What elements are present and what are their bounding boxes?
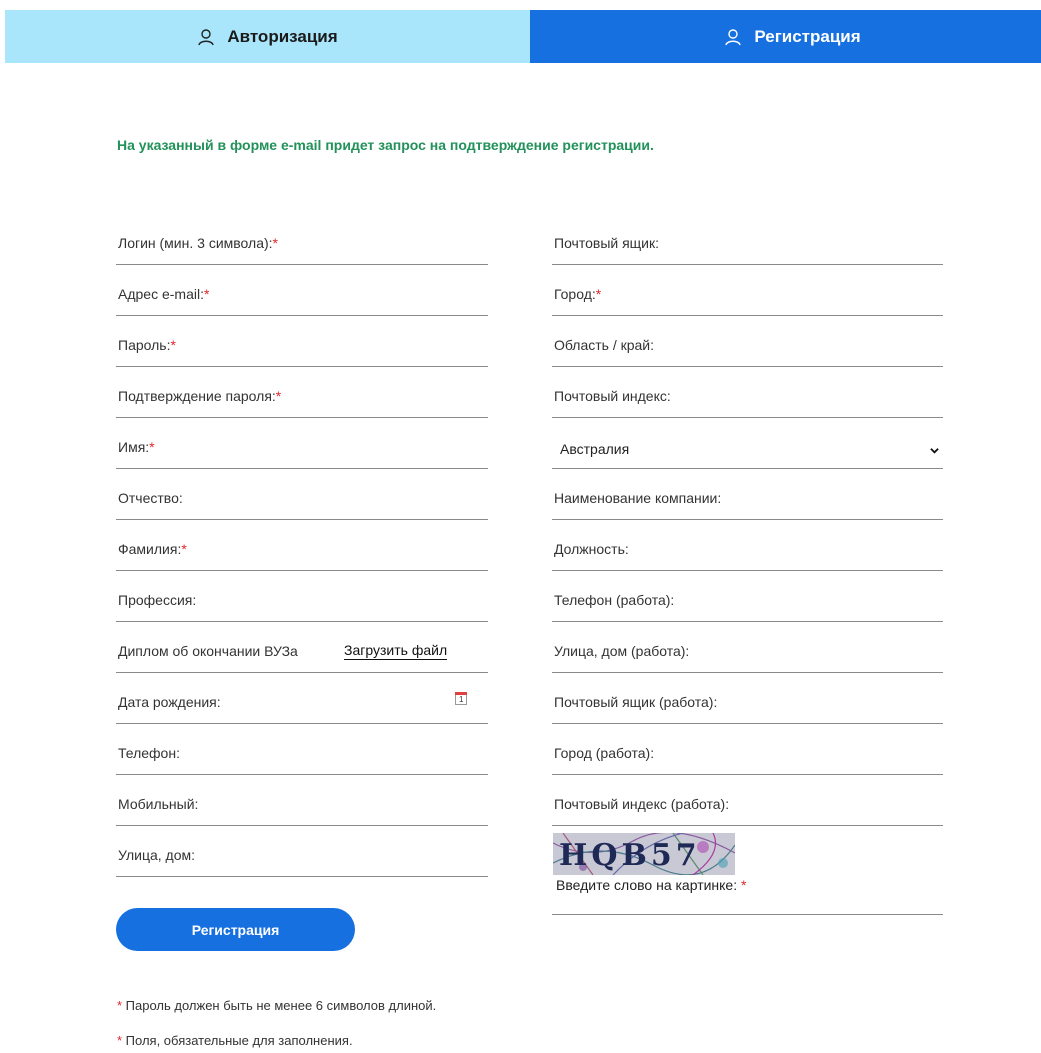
left-field-11[interactable]: Мобильный: [116,775,488,826]
required-mark: * [149,439,155,455]
note-required-fields: * Поля, обязательные для заполнения. [117,1033,353,1048]
captcha-label: Введите слово на картинке: * [556,877,747,893]
captcha-graphic: HQB57 [552,831,736,876]
left-field-5[interactable]: Отчество: [116,469,488,520]
left-field-label: Дата рождения: [118,694,221,710]
right-field-11[interactable]: Почтовый индекс (работа): [552,775,943,826]
left-field-1[interactable]: Адрес e-mail:* [116,265,488,316]
captcha-input[interactable]: Введите слово на картинке: * [552,875,943,915]
required-mark: * [203,286,210,302]
right-field-10[interactable]: Город (работа): [552,724,943,775]
right-field-9[interactable]: Почтовый ящик (работа): [552,673,943,724]
tab-register-label: Регистрация [754,26,861,46]
user-icon [198,28,215,45]
left-field-label: Логин (мин. 3 символа):* [118,235,278,251]
left-field-10[interactable]: Телефон: [116,724,488,775]
left-field-label: Диплом об окончании ВУЗа [118,643,298,659]
left-field-4[interactable]: Имя:* [116,418,488,469]
tab-login[interactable]: Авторизация [5,10,530,63]
required-mark: * [275,388,282,404]
left-field-label: Пароль:* [118,337,176,353]
left-field-6[interactable]: Фамилия:* [116,520,488,571]
note-text: Пароль должен быть не менее 6 символов д… [122,998,437,1013]
left-field-label: Мобильный: [118,796,199,812]
required-mark: * [272,235,278,251]
right-field-label: Должность: [554,541,629,557]
required-mark: * [170,337,176,353]
right-field-label: Почтовый индекс (работа): [554,796,730,812]
tab-register[interactable]: Регистрация [530,10,1041,63]
tab-login-label: Авторизация [227,26,338,46]
left-field-label: Отчество: [118,490,183,506]
calendar-icon[interactable]: 1 [455,692,467,705]
left-field-7[interactable]: Профессия: [116,571,488,622]
auth-tabs: Авторизация Регистрация [5,10,1041,63]
note-text: Поля, обязательные для заполнения. [122,1033,353,1048]
right-field-0[interactable]: Почтовый ящик: [552,214,943,265]
user-icon [725,28,742,45]
right-form-column: Почтовый ящик: Город:* Область / край: Почт… [552,214,943,915]
right-field-label: Город (работа): [554,745,655,761]
right-field-6[interactable]: Должность: [552,520,943,571]
left-field-12[interactable]: Улица, дом: [116,826,488,877]
country-select-value: Австралия [560,441,630,457]
right-field-8[interactable]: Улица, дом (работа): [552,622,943,673]
right-field-label: Город:* [554,286,602,302]
right-field-1[interactable]: Город:* [552,265,943,316]
left-field-3[interactable]: Подтверждение пароля:* [116,367,488,418]
left-field-0[interactable]: Логин (мин. 3 символа):* [116,214,488,265]
captcha-image: HQB57 [552,831,736,876]
right-field-3[interactable]: Почтовый индекс: [552,367,943,418]
registration-notice: На указанный в форме e-mail придет запро… [117,137,654,153]
left-field-2[interactable]: Пароль:* [116,316,488,367]
country-select[interactable]: Австралия [552,418,943,469]
right-field-5[interactable]: Наименование компании: [552,469,943,520]
required-mark: * [181,541,187,557]
right-field-label: Наименование компании: [554,490,722,506]
left-field-label: Имя:* [118,439,155,455]
left-field-label: Фамилия:* [118,541,187,557]
required-mark: * [741,877,747,893]
right-field-label: Почтовый ящик: [554,235,660,251]
right-field-label: Телефон (работа): [554,592,675,608]
left-field-label: Подтверждение пароля:* [118,388,282,404]
left-field-8[interactable]: Диплом об окончании ВУЗа Загрузить файл [116,622,488,673]
right-field-7[interactable]: Телефон (работа): [552,571,943,622]
chevron-down-icon [930,448,939,454]
captcha-text: HQB57 [559,838,701,873]
left-field-9[interactable]: Дата рождения: 1 [116,673,488,724]
right-field-label: Улица, дом (работа): [554,643,690,659]
left-field-label: Улица, дом: [118,847,195,863]
left-form-column: Логин (мин. 3 символа):* Адрес e-mail:* Па… [116,214,488,877]
right-field-label: Почтовый ящик (работа): [554,694,718,710]
left-field-label: Телефон: [118,745,180,761]
upload-file-link[interactable]: Загрузить файл [344,642,448,660]
right-field-label: Почтовый индекс: [554,388,671,404]
left-field-label: Адрес e-mail:* [118,286,210,302]
register-submit-button[interactable]: Регистрация [116,908,355,951]
right-field-2[interactable]: Область / край: [552,316,943,367]
left-field-label: Профессия: [118,592,197,608]
right-field-label: Область / край: [554,337,655,353]
required-mark: * [595,286,602,302]
note-password-length: * Пароль должен быть не менее 6 символов… [117,998,436,1013]
calendar-day: 1 [459,695,464,704]
